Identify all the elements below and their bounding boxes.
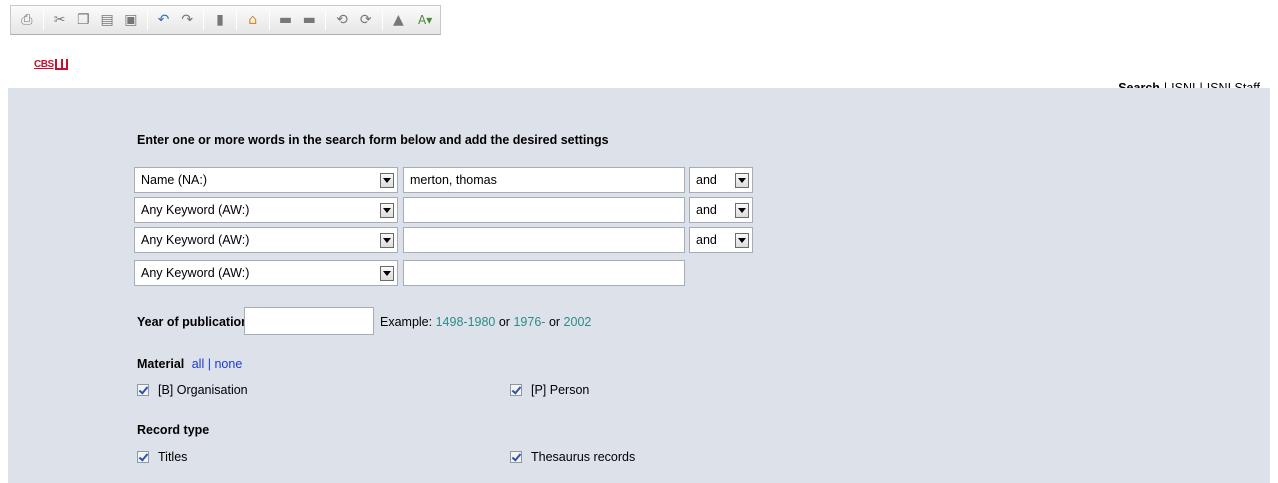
field-select-value: Any Keyword (AW:) xyxy=(141,203,250,217)
toolbar-separator xyxy=(325,10,327,30)
logo-text: CBS xyxy=(34,58,54,70)
example-range: 1498-1980 xyxy=(435,315,496,329)
operator-value: and xyxy=(696,173,717,187)
paste-icon[interactable]: ▤ xyxy=(96,9,118,31)
up-icon[interactable]: ▲ xyxy=(388,9,410,31)
toolbar-separator xyxy=(146,10,148,30)
example-or: or xyxy=(548,315,561,329)
checkbox-checked[interactable] xyxy=(510,451,522,463)
search-row-4: Any Keyword (AW:) xyxy=(134,260,694,288)
toolbar-separator xyxy=(268,10,270,30)
example-year: 2002 xyxy=(563,315,592,329)
checkbox-label: Thesaurus records xyxy=(531,450,636,464)
material-select-links: all | none xyxy=(192,357,243,371)
material-label: Material xyxy=(137,357,185,371)
chevron-down-icon[interactable] xyxy=(735,173,749,188)
toolbar-separator xyxy=(203,10,205,30)
field-select-3[interactable]: Any Keyword (AW:) xyxy=(134,227,398,253)
search-row-1: Name (NA:) merton, thomas and xyxy=(134,167,754,195)
search-row-2: Any Keyword (AW:) and xyxy=(134,197,754,225)
chevron-down-icon[interactable] xyxy=(380,233,394,248)
example-prefix: Example: xyxy=(380,315,433,329)
toolbar-separator xyxy=(42,10,44,30)
next-page-icon[interactable]: ▬ xyxy=(298,9,320,31)
toolbar-strip: ⎙ ✂ ❐ ▤ ▣ ↶ ↷ ▮ ⌂ ▬ ▬ ⟲ ⟳ ▲ A▾ xyxy=(10,5,441,35)
search-term-input-2[interactable] xyxy=(403,197,685,223)
operator-select-3[interactable]: and xyxy=(689,227,753,253)
checkbox-checked[interactable] xyxy=(137,451,149,463)
checkbox-label: Titles xyxy=(158,450,188,464)
field-select-1[interactable]: Name (NA:) xyxy=(134,167,398,193)
example-or: or xyxy=(498,315,510,329)
material-section: Material all | none xyxy=(137,357,242,371)
year-label: Year of publication xyxy=(137,315,249,329)
chevron-down-icon[interactable] xyxy=(380,203,394,218)
select-none-link[interactable]: none xyxy=(214,357,242,371)
copy-icon[interactable]: ❐ xyxy=(72,9,94,31)
record-type-label: Record type xyxy=(137,423,210,437)
checkbox-label: [B] Organisation xyxy=(158,383,248,397)
search-term-input-1[interactable]: merton, thomas xyxy=(403,167,685,193)
forward-icon[interactable]: ⟳ xyxy=(355,9,377,31)
checkbox-checked[interactable] xyxy=(137,384,149,396)
select-all-link[interactable]: all xyxy=(192,357,205,371)
undo-icon[interactable]: ↶ xyxy=(153,9,175,31)
checkbox-checked[interactable] xyxy=(510,384,522,396)
print-icon[interactable]: ⎙ xyxy=(16,9,38,31)
chevron-down-icon[interactable] xyxy=(735,203,749,218)
document-icon[interactable]: ▮ xyxy=(209,9,231,31)
toolbar-separator xyxy=(235,10,237,30)
chevron-down-icon[interactable] xyxy=(380,173,394,188)
save-icon[interactable]: ▣ xyxy=(120,9,142,31)
operator-select-1[interactable]: and xyxy=(689,167,753,193)
chevron-down-icon[interactable] xyxy=(735,233,749,248)
field-select-2[interactable]: Any Keyword (AW:) xyxy=(134,197,398,223)
search-term-input-3[interactable] xyxy=(403,227,685,253)
cut-icon[interactable]: ✂ xyxy=(49,9,71,31)
search-panel: Enter one or more words in the search fo… xyxy=(8,88,1270,483)
search-row-3: Any Keyword (AW:) and xyxy=(134,227,754,255)
back-icon[interactable]: ⟲ xyxy=(331,9,353,31)
previous-page-icon[interactable]: ▬ xyxy=(275,9,297,31)
field-select-value: Any Keyword (AW:) xyxy=(141,233,250,247)
field-select-value: Any Keyword (AW:) xyxy=(141,266,250,280)
operator-value: and xyxy=(696,203,717,217)
year-input[interactable] xyxy=(244,307,374,335)
toolbar-separator xyxy=(381,10,383,30)
operator-value: and xyxy=(696,233,717,247)
operator-select-2[interactable]: and xyxy=(689,197,753,223)
record-type-thesaurus-checkbox[interactable]: Thesaurus records xyxy=(510,450,635,464)
cbs-logo[interactable]: CBS xyxy=(34,57,68,71)
material-organisation-checkbox[interactable]: [B] Organisation xyxy=(137,383,248,397)
chevron-down-icon[interactable] xyxy=(380,266,394,281)
search-term-input-4[interactable] xyxy=(403,260,685,286)
field-select-4[interactable]: Any Keyword (AW:) xyxy=(134,260,398,286)
page-header: CBS Search|ISNI|ISNI Staff xyxy=(0,40,1278,95)
link-separator: | xyxy=(207,357,211,371)
material-person-checkbox[interactable]: [P] Person xyxy=(510,383,589,397)
year-example: Example: 1498-1980 or 1976- or 2002 xyxy=(380,315,591,329)
redo-icon[interactable]: ↷ xyxy=(176,9,198,31)
example-from: 1976- xyxy=(513,315,546,329)
home-icon[interactable]: ⌂ xyxy=(242,9,264,31)
record-type-titles-checkbox[interactable]: Titles xyxy=(137,450,187,464)
search-instructions: Enter one or more words in the search fo… xyxy=(137,133,609,147)
browser-toolbar: ⎙ ✂ ❐ ▤ ▣ ↶ ↷ ▮ ⌂ ▬ ▬ ⟲ ⟳ ▲ A▾ xyxy=(0,0,1278,40)
font-dropdown-icon[interactable]: A▾ xyxy=(411,9,439,31)
checkbox-label: [P] Person xyxy=(531,383,590,397)
field-select-value: Name (NA:) xyxy=(141,173,207,187)
book-icon xyxy=(54,58,68,70)
